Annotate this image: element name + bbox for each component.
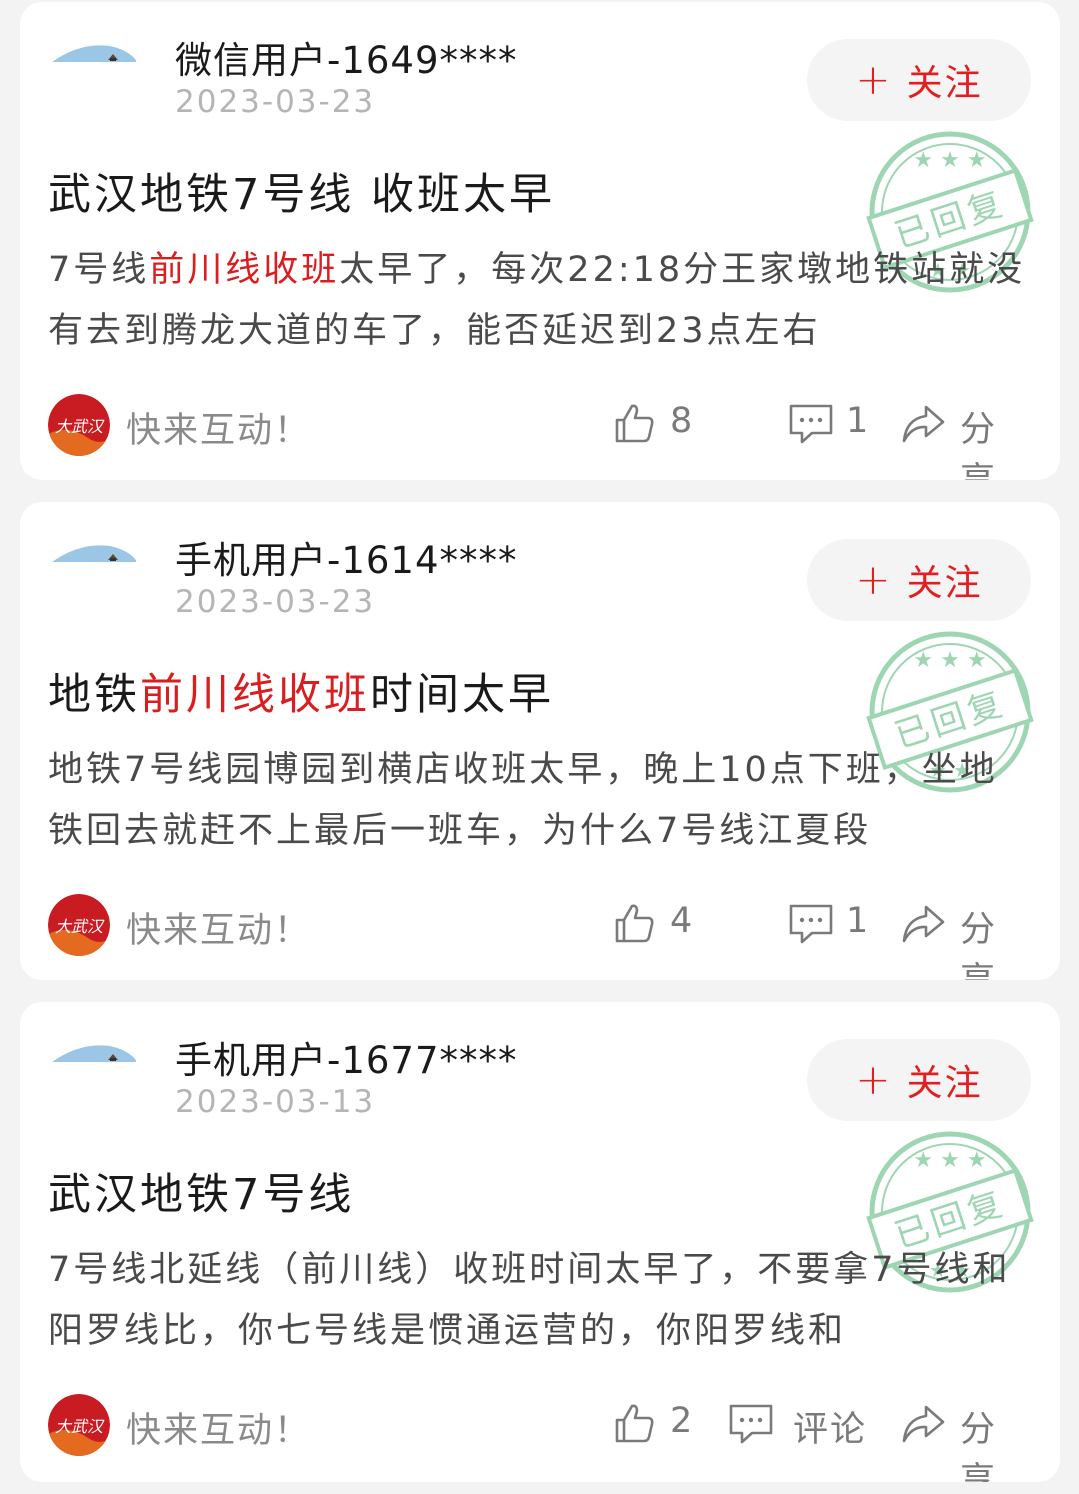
post-body[interactable]: 地铁7号线园博园到横店收班太早，晚上10点下班，坐地铁回去就赶不上最后一班车，为… <box>48 740 1033 862</box>
comment-count[interactable]: 1 <box>846 901 868 941</box>
post-title[interactable]: 地铁前川线收班时间太早 <box>48 660 554 722</box>
post-body[interactable]: 7号线北延线（前川线）收班时间太早了，不要拿7号线和阳罗线比，你七号线是惯通运营… <box>48 1240 1033 1362</box>
dawuhan-logo-icon: 大武汉 <box>48 394 110 456</box>
post-footer: 大武汉 快来互动！ 4 1 分享 <box>48 892 1033 980</box>
post-title[interactable]: 武汉地铁7号线 收班太早 <box>48 160 555 222</box>
user-avatar[interactable] <box>50 30 138 118</box>
highlight-text: 前川线收班 <box>149 250 340 290</box>
like-count: 4 <box>670 901 693 941</box>
text-segment: 7号线北延线（前川线）收班时间太早了，不要拿7号线和阳罗线比，你七号线是惯通运营… <box>48 1250 1011 1351</box>
plus-icon: + <box>855 555 893 604</box>
post-date: 2023-03-13 <box>175 1084 376 1120</box>
text-segment: 武汉地铁7号线 <box>48 1170 355 1220</box>
dawuhan-logo-icon: 大武汉 <box>48 894 110 956</box>
text-segment: 7号线 <box>48 250 150 290</box>
comment-icon[interactable] <box>788 903 834 945</box>
post-date: 2023-03-23 <box>175 584 376 620</box>
svg-text:大武汉: 大武汉 <box>55 417 105 436</box>
highlight-text: 前川线收班 <box>140 670 370 720</box>
like-count: 2 <box>670 1401 693 1441</box>
share-label[interactable]: 分享 <box>960 901 1033 980</box>
dawuhan-logo-icon: 大武汉 <box>48 1394 110 1456</box>
post-footer: 大武汉 快来互动！ 8 1 分享 <box>48 392 1033 480</box>
username[interactable]: 微信用户-1649**** <box>175 30 518 84</box>
post-card[interactable]: 微信用户-1649**** 2023-03-23 + 关注 武汉地铁7号线 收班… <box>20 2 1060 480</box>
interact-prompt[interactable]: 快来互动！ <box>126 402 311 453</box>
follow-label: 关注 <box>906 63 983 104</box>
comment-count[interactable]: 1 <box>846 401 868 441</box>
share-icon[interactable] <box>900 1403 946 1445</box>
post-card[interactable]: 手机用户-1614**** 2023-03-23 + 关注 地铁前川线收班时间太… <box>20 502 1060 980</box>
plus-icon: + <box>855 1055 893 1104</box>
svg-text:大武汉: 大武汉 <box>55 917 105 936</box>
post-footer: 大武汉 快来互动！ 2 评论 分享 <box>48 1392 1033 1482</box>
follow-button[interactable]: + 关注 <box>807 539 1031 621</box>
text-segment: 地铁 <box>48 670 140 720</box>
like-count: 8 <box>670 401 693 441</box>
text-segment: 武汉地铁7号线 收班太早 <box>48 170 556 220</box>
interact-prompt[interactable]: 快来互动！ <box>126 902 311 953</box>
thumbs-up-icon[interactable] <box>613 401 657 445</box>
svg-text:★ ★ ★: ★ ★ ★ <box>913 648 986 673</box>
svg-text:大武汉: 大武汉 <box>55 1417 105 1436</box>
username[interactable]: 手机用户-1614**** <box>175 530 518 584</box>
follow-button[interactable]: + 关注 <box>807 1039 1031 1121</box>
text-segment: 地铁7号线园博园到横店收班太早，晚上10点下班，坐地铁回去就赶不上最后一班车，为… <box>48 750 998 851</box>
svg-text:★ ★ ★: ★ ★ ★ <box>913 148 986 173</box>
follow-button[interactable]: + 关注 <box>807 39 1031 121</box>
share-label[interactable]: 分享 <box>960 401 1033 480</box>
thumbs-up-icon[interactable] <box>613 901 657 945</box>
post-date: 2023-03-23 <box>175 84 376 120</box>
share-label[interactable]: 分享 <box>960 1401 1033 1482</box>
text-segment: 时间太早 <box>370 670 554 720</box>
interact-prompt[interactable]: 快来互动！ <box>126 1402 311 1453</box>
username[interactable]: 手机用户-1677**** <box>175 1030 518 1084</box>
plus-icon: + <box>855 55 893 104</box>
follow-label: 关注 <box>906 1063 983 1104</box>
follow-label: 关注 <box>906 563 983 604</box>
share-icon[interactable] <box>900 903 946 945</box>
thumbs-up-icon[interactable] <box>613 1401 657 1445</box>
post-card[interactable]: 手机用户-1677**** 2023-03-13 + 关注 武汉地铁7号线 ★ … <box>20 1002 1060 1482</box>
post-body[interactable]: 7号线前川线收班太早了，每次22:18分王家墩地铁站就没有去到腾龙大道的车了，能… <box>48 240 1033 362</box>
svg-text:★ ★ ★: ★ ★ ★ <box>913 1148 986 1173</box>
share-icon[interactable] <box>900 403 946 445</box>
post-title[interactable]: 武汉地铁7号线 <box>48 1160 354 1222</box>
user-avatar[interactable] <box>50 1030 138 1118</box>
comment-count[interactable]: 评论 <box>793 1401 867 1452</box>
comment-icon[interactable] <box>788 403 834 445</box>
user-avatar[interactable] <box>50 530 138 618</box>
comment-icon[interactable] <box>728 1403 774 1445</box>
